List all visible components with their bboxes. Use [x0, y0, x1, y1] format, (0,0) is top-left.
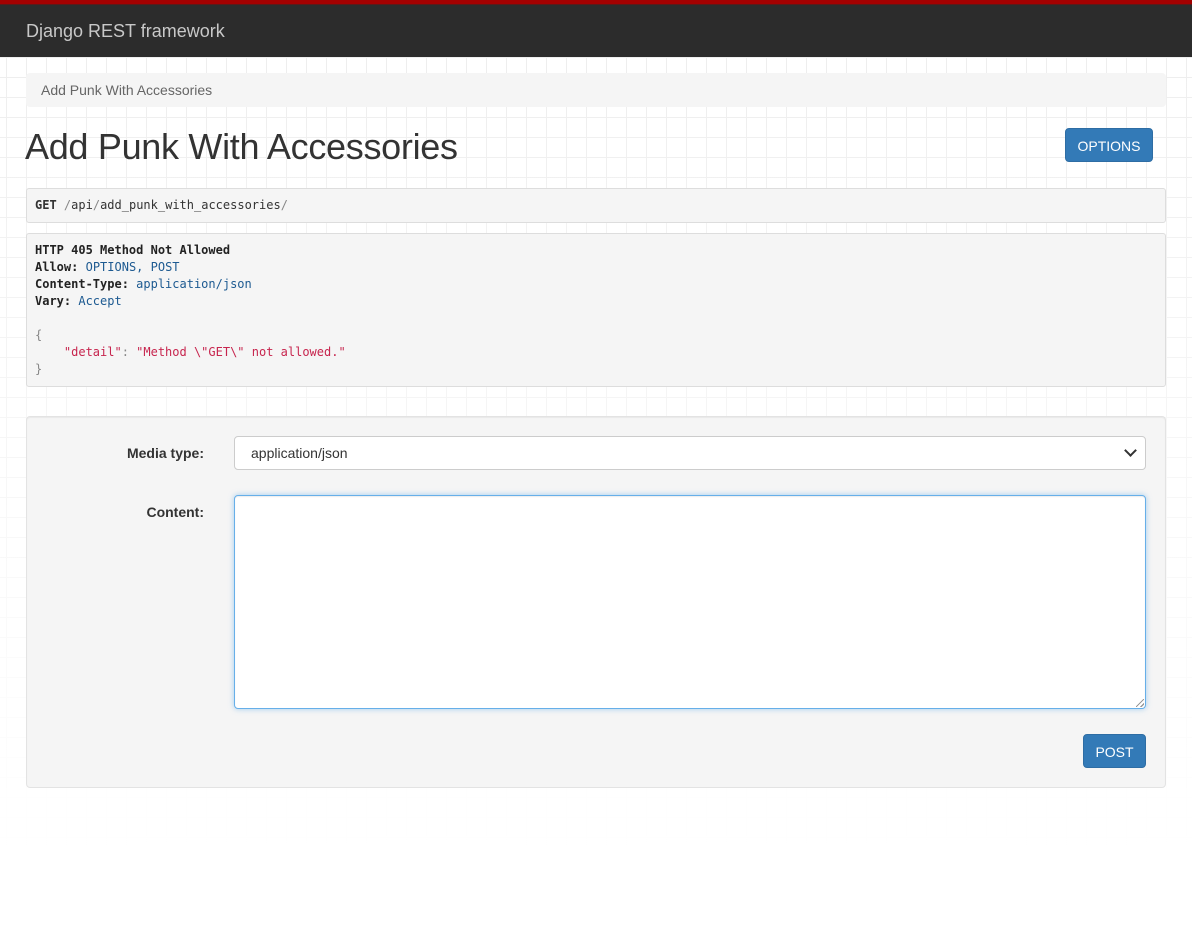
- url-segment-api: api: [71, 198, 93, 212]
- json-value-detail: "Method \"GET\" not allowed.": [136, 345, 346, 359]
- brand-link[interactable]: Django REST framework: [26, 21, 225, 42]
- url-segment-endpoint: add_punk_with_accessories: [100, 198, 281, 212]
- header-value-allow: OPTIONS, POST: [85, 260, 180, 274]
- url-separator: /: [92, 198, 101, 212]
- json-open-brace: {: [35, 328, 43, 342]
- url-separator: /: [280, 198, 288, 212]
- json-close-brace: }: [35, 362, 43, 376]
- media-type-label: Media type:: [126, 445, 204, 461]
- request-info: GET /api/add_punk_with_accessories/: [26, 188, 1166, 223]
- header-value-vary: Accept: [78, 294, 122, 308]
- json-colon: :: [121, 345, 137, 359]
- request-method: GET: [35, 198, 57, 212]
- breadcrumb-item-current: Add Punk With Accessories: [41, 82, 213, 98]
- header-key-allow: Allow:: [35, 260, 79, 274]
- resize-handle-icon[interactable]: [1136, 699, 1144, 707]
- header-key-content-type: Content-Type:: [35, 277, 129, 291]
- media-type-select[interactable]: application/json: [234, 436, 1146, 470]
- chevron-down-icon: [1124, 444, 1137, 457]
- header-key-vary: Vary:: [35, 294, 72, 308]
- response-status: HTTP 405 Method Not Allowed: [35, 243, 231, 257]
- page-title: Add Punk With Accessories: [25, 126, 458, 167]
- content-textarea[interactable]: [234, 495, 1146, 709]
- post-button[interactable]: POST: [1083, 734, 1146, 768]
- content-label: Content:: [146, 504, 204, 520]
- response-info: HTTP 405 Method Not Allowed Allow: OPTIO…: [26, 233, 1166, 387]
- navbar: Django REST framework: [0, 0, 1192, 57]
- breadcrumb: Add Punk With Accessories: [26, 73, 1166, 107]
- options-button[interactable]: OPTIONS: [1065, 128, 1153, 162]
- json-key-detail: "detail": [63, 345, 122, 359]
- media-type-value: application/json: [251, 445, 348, 461]
- header-value-content-type: application/json: [136, 277, 252, 291]
